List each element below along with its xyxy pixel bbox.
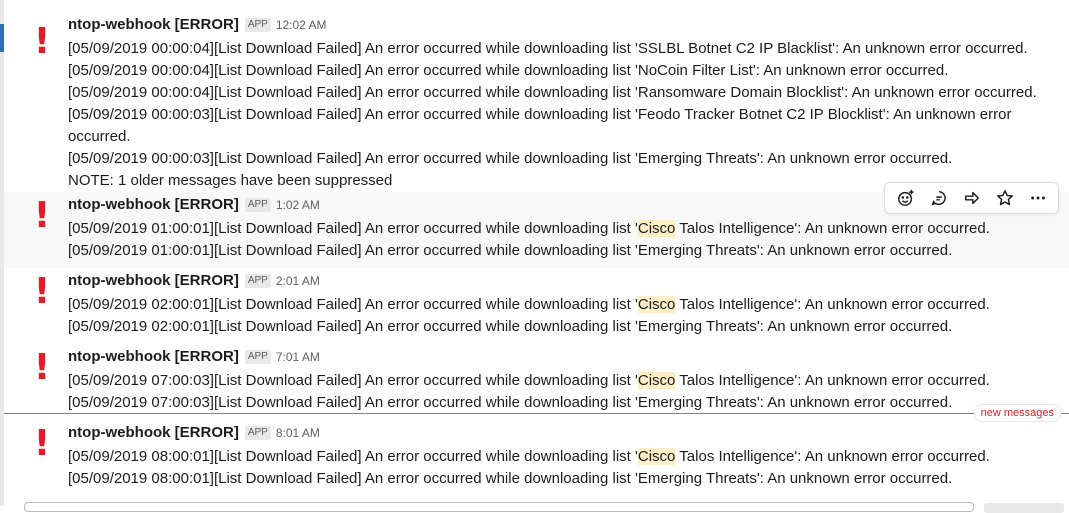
error-exclamation-icon[interactable]: ! [32,272,52,312]
message-header: ntop-webhook [ERROR] APP 7:01 AM [68,348,1069,370]
message-line: [05/09/2019 00:00:04][List Download Fail… [68,62,949,79]
search-highlight: Cisco [637,296,676,313]
message-header: ntop-webhook [ERROR] APP 8:01 AM [68,424,1069,446]
message-line: [05/09/2019 00:00:04][List Download Fail… [68,40,1028,57]
app-badge: APP [244,198,271,212]
app-badge: APP [244,18,271,32]
composer-button[interactable] [984,503,1064,513]
message-line: [05/09/2019 02:00:01][List Download Fail… [68,318,953,335]
message-line: [05/09/2019 01:00:01][List Download Fail… [68,242,953,259]
share-icon[interactable] [955,184,988,212]
message-line: [05/09/2019 00:00:04][List Download Fail… [68,84,1037,101]
message[interactable]: ! ntop-webhook [ERROR] APP 12:02 AM [05/… [4,0,1069,198]
error-exclamation-icon[interactable]: ! [32,22,52,62]
message[interactable]: ! ntop-webhook [ERROR] APP 7:01 AM [05/0… [4,344,1069,420]
add-reaction-icon[interactable] [889,184,922,212]
sender-name[interactable]: ntop-webhook [ERROR] [68,348,239,365]
message-composer-input[interactable] [24,502,974,512]
message-header: ntop-webhook [ERROR] APP 12:02 AM [68,16,1069,38]
message[interactable]: ! ntop-webhook [ERROR] APP 8:01 AM [05/0… [4,420,1069,496]
error-exclamation-icon[interactable]: ! [32,196,52,236]
timestamp[interactable]: 7:01 AM [276,350,320,364]
message-line: [05/09/2019 07:00:03][List Download Fail… [68,372,990,389]
app-badge: APP [244,350,271,364]
sender-name[interactable]: ntop-webhook [ERROR] [68,272,239,289]
message-line: [05/09/2019 08:00:01][List Download Fail… [68,470,953,487]
search-highlight: Cisco [637,220,676,237]
star-icon[interactable] [988,184,1021,212]
new-messages-divider: new messages [4,404,1069,422]
message[interactable]: ! ntop-webhook [ERROR] APP 1:02 AM [05/0… [4,182,1069,268]
message-header: ntop-webhook [ERROR] APP 2:01 AM [68,272,1069,294]
timestamp[interactable]: 1:02 AM [276,198,320,212]
message-list: ! ntop-webhook [ERROR] APP 12:02 AM [05/… [4,0,1069,506]
new-messages-label[interactable]: new messages [973,404,1061,422]
error-exclamation-icon[interactable]: ! [32,424,52,464]
message-line: [05/09/2019 00:00:03][List Download Fail… [68,150,953,167]
app-badge: APP [244,274,271,288]
more-actions-icon[interactable] [1021,184,1054,212]
message-line: [05/09/2019 08:00:01][List Download Fail… [68,448,990,465]
search-highlight: Cisco [637,448,676,465]
timestamp[interactable]: 2:01 AM [276,274,320,288]
thread-reply-icon[interactable] [922,184,955,212]
message-line: [05/09/2019 00:00:03][List Download Fail… [68,106,1016,145]
sender-name[interactable]: ntop-webhook [ERROR] [68,16,239,33]
search-highlight: Cisco [637,372,676,389]
message[interactable]: ! ntop-webhook [ERROR] APP 2:01 AM [05/0… [4,268,1069,344]
error-exclamation-icon[interactable]: ! [32,348,52,388]
message-line: [05/09/2019 02:00:01][List Download Fail… [68,296,990,313]
message-actions-toolbar [884,182,1059,214]
app-badge: APP [244,426,271,440]
timestamp[interactable]: 8:01 AM [276,426,320,440]
sender-name[interactable]: ntop-webhook [ERROR] [68,196,239,213]
sender-name[interactable]: ntop-webhook [ERROR] [68,424,239,441]
message-line: [05/09/2019 01:00:01][List Download Fail… [68,220,990,237]
timestamp[interactable]: 12:02 AM [276,18,327,32]
message-line: [05/09/2019 07:00:03][List Download Fail… [68,394,953,411]
